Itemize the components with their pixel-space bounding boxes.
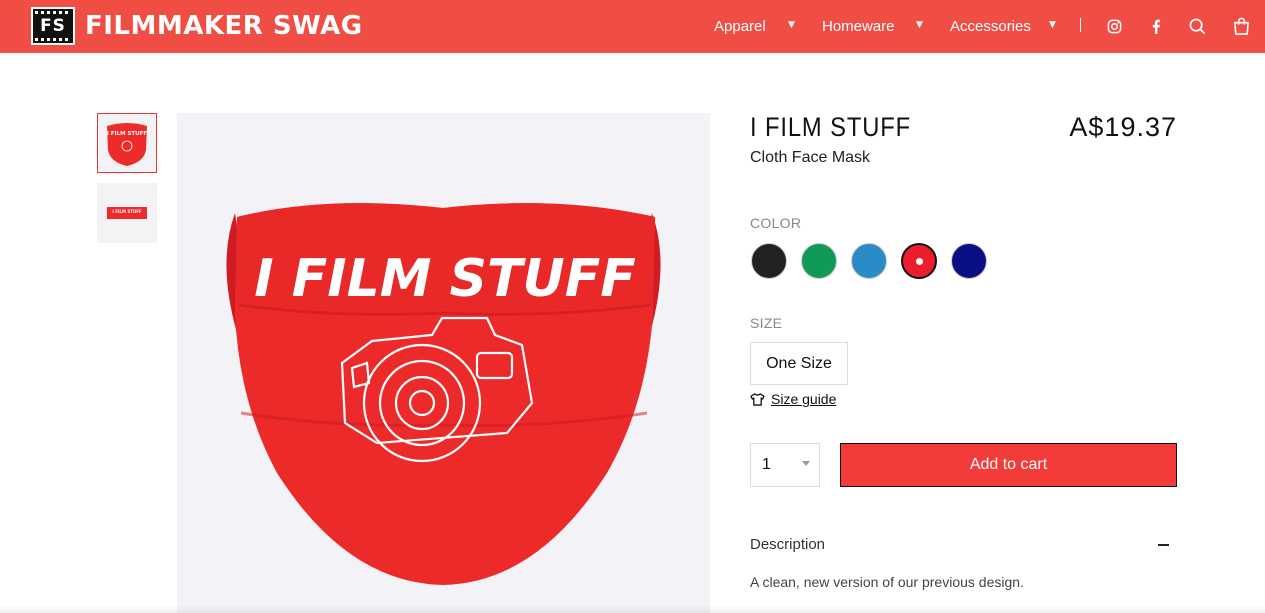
- thumbnail-1-text: I FILM STUFF: [107, 131, 148, 137]
- nav-homeware-label: Homeware: [822, 18, 895, 35]
- description-toggle[interactable]: Description: [750, 536, 1177, 553]
- accessories-dropdown-icon[interactable]: ▼: [1049, 20, 1056, 30]
- main-product-image[interactable]: I FILM STUFF: [177, 113, 710, 613]
- product-subtitle: Cloth Face Mask: [750, 149, 871, 166]
- nav-divider: [1080, 18, 1081, 32]
- thumbnail-2-text: I FILM STUFF: [112, 209, 142, 214]
- selected-indicator: [915, 257, 923, 265]
- add-to-cart-button[interactable]: Add to cart: [840, 443, 1177, 487]
- size-option-one-size[interactable]: One Size: [750, 342, 848, 385]
- product-thumbnail-1[interactable]: I FILM STUFF: [97, 113, 157, 173]
- tshirt-icon: [750, 392, 765, 406]
- chevron-down-icon: [802, 461, 810, 466]
- size-guide-link[interactable]: Size guide: [750, 391, 836, 407]
- nav-accessories-label: Accessories: [950, 18, 1031, 35]
- quantity-select[interactable]: 1: [750, 443, 820, 487]
- thumbnail-mask-flat-image: I FILM STUFF: [107, 207, 147, 219]
- instagram-icon[interactable]: [1104, 16, 1124, 36]
- color-swatch-blue[interactable]: [851, 243, 887, 279]
- color-swatch-red[interactable]: [901, 243, 937, 279]
- search-icon[interactable]: [1187, 16, 1207, 36]
- mask-print-text: I FILM STUFF: [254, 249, 636, 309]
- color-swatch-navy[interactable]: [951, 243, 987, 279]
- description-heading: Description: [750, 536, 826, 553]
- description-text: A clean, new version of our previous des…: [750, 574, 1024, 590]
- site-logo[interactable]: FS FILMMAKER SWAG: [31, 7, 363, 45]
- product-title: I FILM STUFF: [750, 112, 912, 142]
- product-thumbnail-2[interactable]: I FILM STUFF: [97, 183, 157, 243]
- product-price: A$19.37: [1069, 112, 1177, 142]
- site-header: FS FILMMAKER SWAG Apparel ▼ Homeware ▼ A…: [0, 0, 1265, 53]
- color-swatch-black[interactable]: [751, 243, 787, 279]
- logo-mark: FS: [31, 7, 75, 45]
- collapse-minus-icon: [1158, 543, 1169, 546]
- thumbnail-mask-front-image: I FILM STUFF: [107, 123, 148, 166]
- nav-homeware[interactable]: Homeware: [822, 0, 895, 53]
- facebook-icon[interactable]: [1146, 16, 1166, 36]
- cart-bag-icon[interactable]: [1231, 16, 1251, 36]
- homeware-dropdown-icon[interactable]: ▼: [916, 20, 923, 30]
- apparel-dropdown-icon[interactable]: ▼: [788, 20, 795, 30]
- color-label: COLOR: [750, 215, 802, 231]
- nav-accessories[interactable]: Accessories: [950, 0, 1031, 53]
- size-label: SIZE: [750, 315, 783, 331]
- bottom-shadow: [0, 605, 1265, 613]
- logo-text: FILMMAKER SWAG: [85, 11, 363, 41]
- nav-apparel[interactable]: Apparel: [714, 0, 766, 53]
- nav-apparel-label: Apparel: [714, 18, 766, 35]
- size-guide-label: Size guide: [771, 391, 837, 407]
- color-swatch-green[interactable]: [801, 243, 837, 279]
- quantity-value: 1: [762, 456, 771, 473]
